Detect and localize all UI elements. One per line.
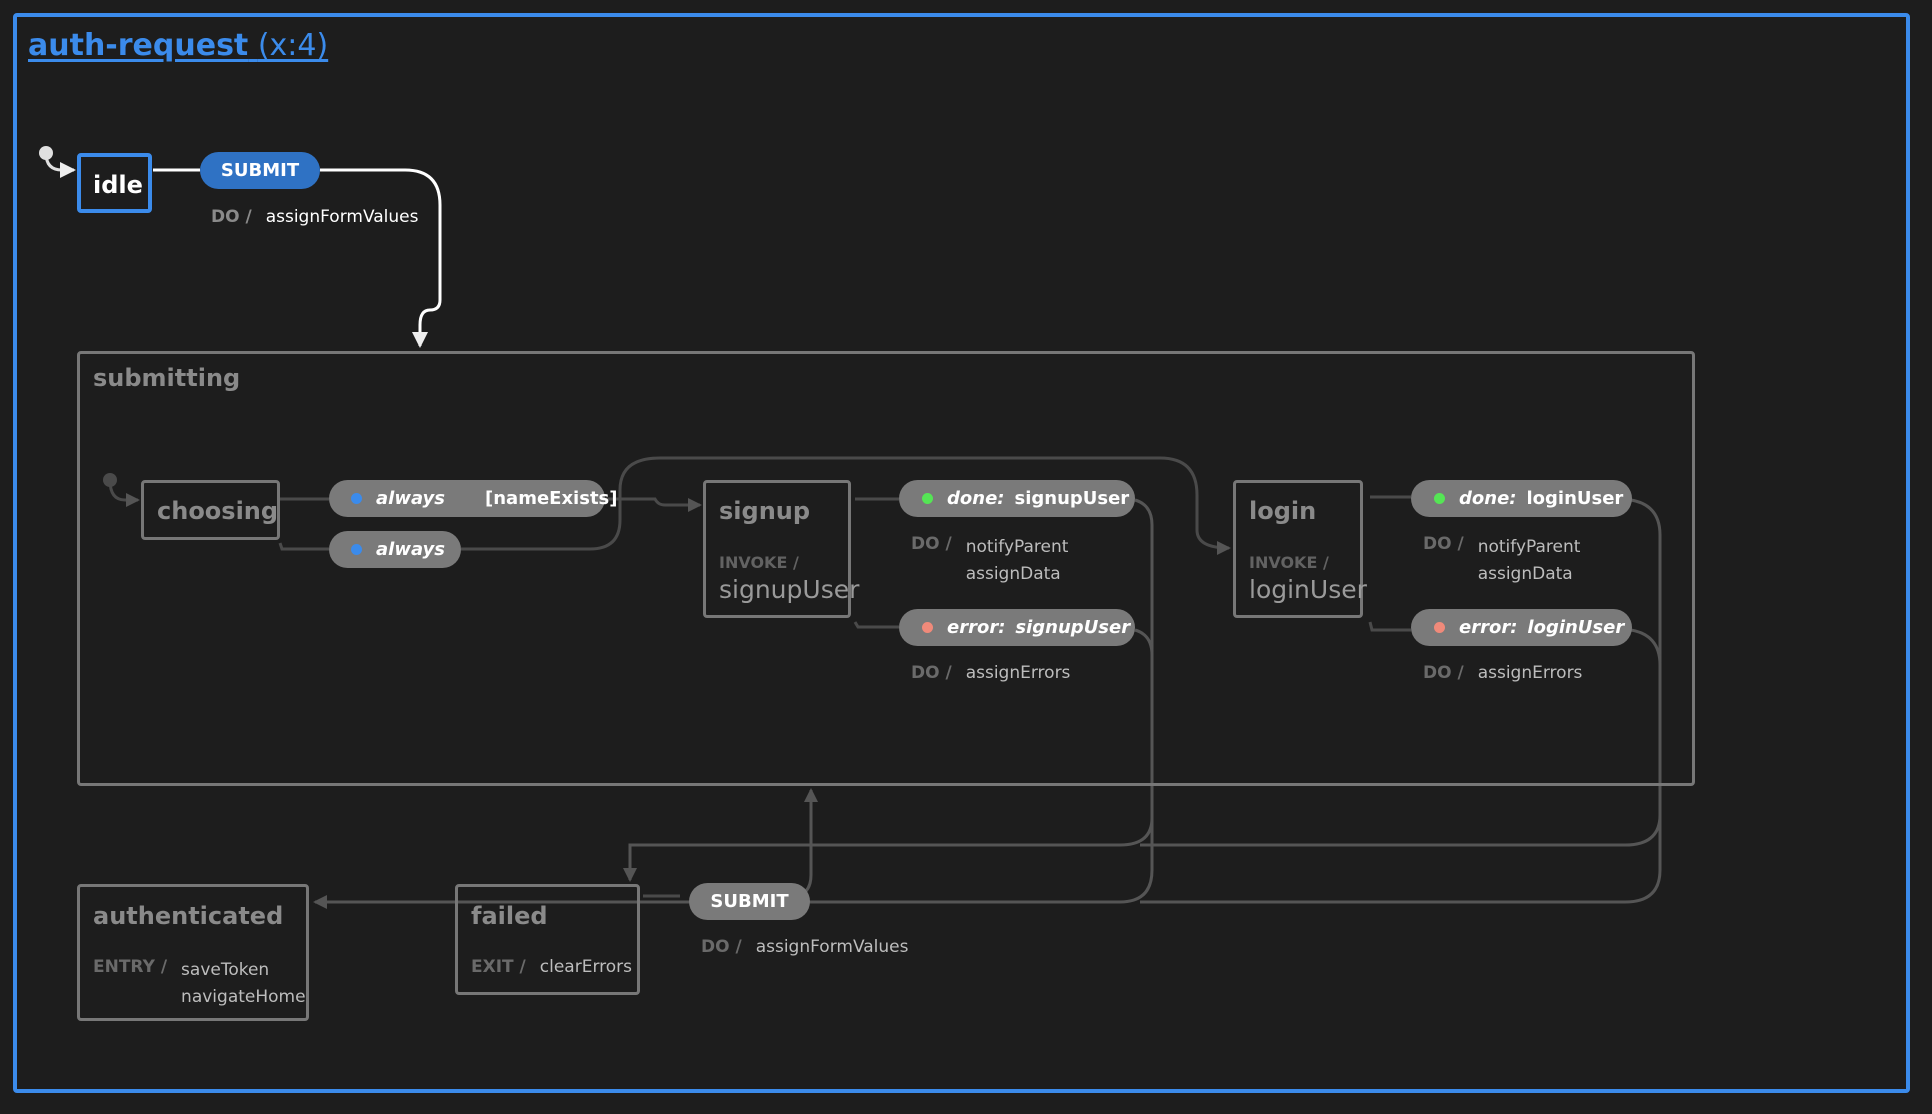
event-always-button[interactable]: always xyxy=(329,531,461,568)
transition-actions: DO / notifyParent assignData xyxy=(911,534,1069,584)
state-choosing[interactable]: choosing xyxy=(141,480,280,540)
event-error-signupuser-button[interactable]: error: signupUser xyxy=(899,609,1135,646)
eventless-dot-icon xyxy=(351,544,362,555)
done-dot-icon xyxy=(1434,493,1445,504)
exit-actions: EXIT / clearErrors xyxy=(471,957,633,977)
state-name: login xyxy=(1249,497,1317,525)
event-submit-button[interactable]: SUBMIT xyxy=(200,152,320,189)
state-name: idle xyxy=(93,171,143,199)
error-dot-icon xyxy=(1434,622,1445,633)
invoke-label: INVOKE / xyxy=(1249,553,1329,572)
entry-actions: ENTRY / saveToken navigateHome xyxy=(93,957,306,1007)
state-name: choosing xyxy=(157,497,279,525)
state-authenticated[interactable]: authenticated ENTRY / saveToken navigateHo… xyxy=(77,884,309,1021)
state-name: submitting xyxy=(93,364,241,392)
event-label: SUBMIT xyxy=(220,160,300,181)
transition-actions: DO / assignFormValues xyxy=(211,207,419,227)
transition-actions: DO / assignErrors xyxy=(1423,663,1583,683)
invoke-source: loginUser xyxy=(1249,575,1367,604)
event-error-loginuser-button[interactable]: error: loginUser xyxy=(1411,609,1632,646)
state-idle[interactable]: idle xyxy=(77,153,152,213)
invoke-source: signupUser xyxy=(719,575,860,604)
event-done-loginuser-button[interactable]: done: loginUser xyxy=(1411,480,1632,517)
event-always-guarded-button[interactable]: always [nameExists] xyxy=(329,480,618,517)
transition-actions: DO / assignFormValues xyxy=(701,937,909,957)
event-submit-failed-button[interactable]: SUBMIT xyxy=(689,883,810,920)
state-name: failed xyxy=(471,902,548,930)
transition-actions: DO / notifyParent assignData xyxy=(1423,534,1581,584)
invoke-label: INVOKE / xyxy=(719,553,799,572)
done-dot-icon xyxy=(922,493,933,504)
state-login[interactable]: login INVOKE / loginUser xyxy=(1233,480,1367,618)
state-signup[interactable]: signup INVOKE / signupUser xyxy=(703,480,859,618)
transition-actions: DO / assignErrors xyxy=(911,663,1071,683)
eventless-dot-icon xyxy=(351,493,362,504)
edge-submit-submitting xyxy=(320,168,442,348)
event-done-signupuser-button[interactable]: done: signupUser xyxy=(899,480,1135,517)
state-name: signup xyxy=(719,497,811,525)
error-dot-icon xyxy=(922,622,933,633)
state-failed[interactable]: failed EXIT / clearErrors xyxy=(455,884,640,995)
state-name: authenticated xyxy=(93,902,284,930)
guard-label: [nameExists] xyxy=(485,488,618,509)
